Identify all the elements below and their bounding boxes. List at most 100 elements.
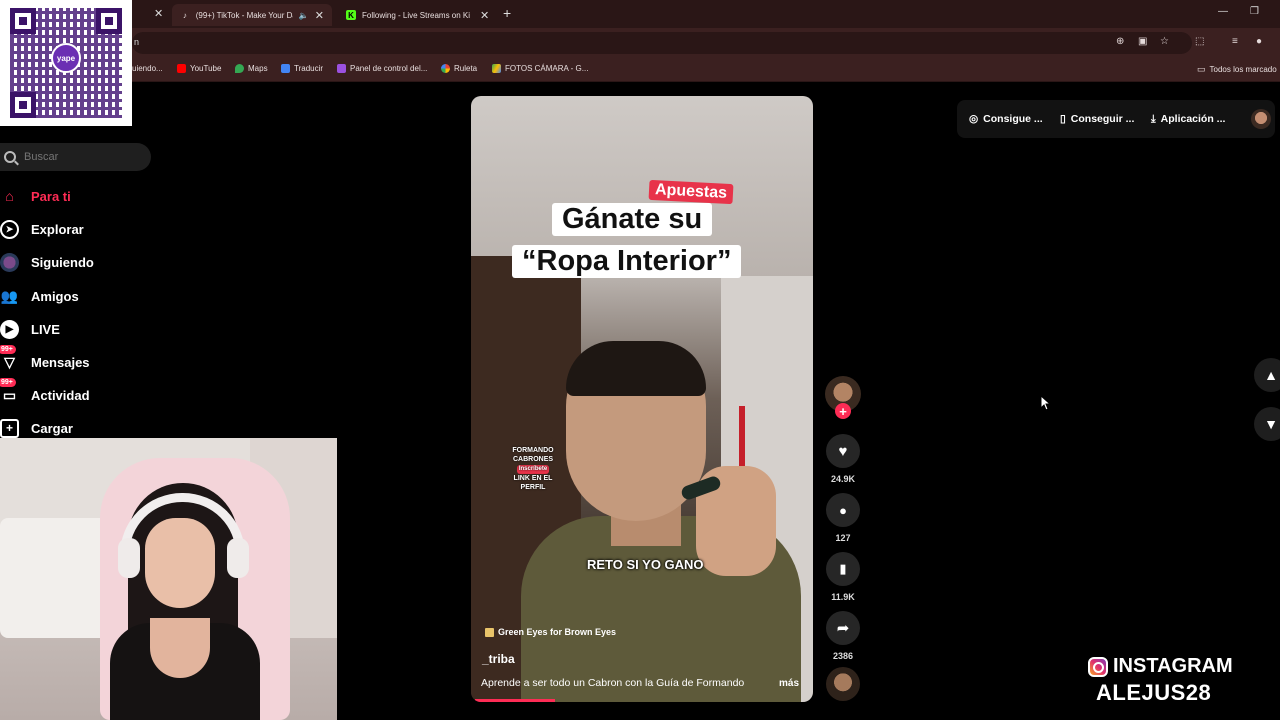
bookmark-label: Panel de control del... xyxy=(350,64,428,73)
instagram-icon xyxy=(1088,656,1108,677)
save-count: 11.9K xyxy=(831,592,855,602)
download-app-button[interactable]: ⤓ Aplicación ... xyxy=(1151,108,1225,130)
compass-icon: ➤ xyxy=(0,219,19,239)
comment-button[interactable]: ● xyxy=(826,493,860,527)
share-button[interactable]: ➦ xyxy=(826,611,860,645)
caption-line-1: Gánate su xyxy=(552,203,713,236)
address-field[interactable]: n xyxy=(132,32,1192,54)
music-note-icon xyxy=(485,627,494,637)
speaker-icon: 🔈 xyxy=(298,10,309,20)
music-title: Green Eyes for Brown Eyes xyxy=(498,627,617,637)
maps-icon xyxy=(235,64,244,73)
media-icon[interactable]: ≡ xyxy=(1232,36,1238,47)
chevron-down-icon: ▼ xyxy=(1264,416,1278,432)
following-avatar-icon xyxy=(0,252,19,272)
bookmarks-bar: uiendo... YouTube Maps Traducir Panel de… xyxy=(0,58,1280,82)
nav-label: Mensajes xyxy=(31,354,90,370)
video-person-hair xyxy=(566,341,706,396)
get-coins-button[interactable]: ◎ Consigue ... xyxy=(969,108,1043,130)
instagram-label: INSTAGRAM xyxy=(1113,655,1233,677)
close-tab-icon[interactable]: ✕ xyxy=(315,9,324,22)
promo-line: LINK EN EL PERFIL xyxy=(513,475,553,491)
screen: ✕ ♪ (99+) TikTok - Make Your Da 🔈 ✕ K Fo… xyxy=(0,0,1280,720)
get-app-button[interactable]: ▯ Conseguir ... xyxy=(1060,108,1134,130)
nav-live[interactable]: ▶ LIVE xyxy=(0,317,60,341)
video-player[interactable]: Gánate su “Ropa Interior” Apuestas FORMA… xyxy=(471,96,813,702)
search-bar[interactable] xyxy=(0,143,151,171)
like-button[interactable]: ♥ xyxy=(826,434,860,468)
get-coins-label: Consigue ... xyxy=(983,113,1043,125)
nav-amigos[interactable]: 👥 Amigos xyxy=(0,284,79,308)
headphone-ear xyxy=(118,538,140,578)
webcam-bed xyxy=(0,518,110,638)
bookmark-traducir[interactable]: Traducir xyxy=(281,64,323,73)
video-author[interactable]: _triba xyxy=(482,652,515,666)
messages-icon: ▽ 99+ xyxy=(0,344,19,372)
friends-icon: 👥 xyxy=(0,287,19,304)
get-app-label: Conseguir ... xyxy=(1070,113,1135,125)
yape-qr-code: yape xyxy=(0,0,132,126)
yape-logo: yape xyxy=(51,43,81,73)
qr-finder xyxy=(96,8,122,34)
promo-line: FORMANDO xyxy=(512,447,554,454)
comment-count: 127 xyxy=(835,533,851,543)
bookmark-ruleta[interactable]: Ruleta xyxy=(441,64,477,73)
bookmark-label: Traducir xyxy=(294,64,324,73)
nav-mensajes[interactable]: ▽ 99+ Mensajes xyxy=(0,344,90,374)
drive-icon xyxy=(492,64,501,73)
music-info[interactable]: Green Eyes for Brown Eyes xyxy=(485,627,616,637)
follow-button[interactable]: + xyxy=(835,403,851,419)
tab-title: Following - Live Streams on Ki xyxy=(362,10,471,20)
next-video-button[interactable]: ▼ xyxy=(1254,407,1280,441)
close-tab-icon[interactable]: ✕ xyxy=(154,7,163,20)
bookmark-label: YouTube xyxy=(190,64,222,73)
bookmark-youtube[interactable]: YouTube xyxy=(177,64,221,73)
close-tab-icon[interactable]: ✕ xyxy=(480,9,489,22)
nav-actividad[interactable]: ▭ 99+ Actividad xyxy=(0,377,90,407)
coin-icon: ◎ xyxy=(969,113,979,125)
promo-pill: Inscríbete xyxy=(516,465,550,474)
nav-siguiendo[interactable]: Siguiendo xyxy=(0,250,94,274)
extensions-icon[interactable]: ⬚ xyxy=(1195,36,1204,47)
share-icon: ➦ xyxy=(836,620,850,637)
bookmark-label: Ruleta xyxy=(454,64,478,73)
nav-cargar[interactable]: + Cargar xyxy=(0,416,73,440)
restore-button[interactable]: ❐ xyxy=(1250,6,1259,17)
more-button[interactable]: más xyxy=(779,678,799,689)
previous-video-button[interactable]: ▲ xyxy=(1254,358,1280,392)
star-icon[interactable]: ☆ xyxy=(1160,36,1169,47)
browser-tab-bar: ✕ ♪ (99+) TikTok - Make Your Da 🔈 ✕ K Fo… xyxy=(0,0,1280,28)
profile-icon[interactable]: ● xyxy=(1256,36,1262,47)
nav-label: Amigos xyxy=(31,288,79,304)
cast-icon[interactable]: ▣ xyxy=(1138,36,1147,47)
all-bookmarks[interactable]: ▭ Todos los marcado xyxy=(1197,64,1277,75)
video-progress-bar[interactable] xyxy=(475,699,556,702)
save-button[interactable]: ▮ xyxy=(826,552,860,586)
bookmark-maps[interactable]: Maps xyxy=(235,64,268,73)
new-tab-button[interactable]: + xyxy=(503,5,511,21)
ruleta-icon xyxy=(441,64,450,73)
share-count: 2386 xyxy=(832,651,854,661)
bookmark-panel[interactable]: Panel de control del... xyxy=(337,64,427,73)
tab-tiktok[interactable]: ♪ (99+) TikTok - Make Your Da 🔈 ✕ xyxy=(172,4,332,26)
bookmark-fotos[interactable]: FOTOS CÁMARA - G... xyxy=(492,64,588,73)
tab-kick[interactable]: K Following - Live Streams on Ki ✕ xyxy=(338,4,498,26)
minimize-button[interactable]: — xyxy=(1218,6,1228,17)
search-input[interactable] xyxy=(24,151,134,163)
nav-para-ti[interactable]: ⌂ Para ti xyxy=(0,184,71,208)
nav-label: Para ti xyxy=(31,188,71,204)
phone-icon: ▯ xyxy=(1060,113,1066,125)
user-avatar[interactable] xyxy=(1251,109,1271,129)
nav-explorar[interactable]: ➤ Explorar xyxy=(0,217,84,241)
panel-icon xyxy=(337,64,346,73)
zoom-icon[interactable]: ⊕ xyxy=(1116,36,1124,47)
promo-line: CABRONES xyxy=(512,456,554,463)
music-disc-avatar[interactable] xyxy=(826,667,860,701)
bookmark-item[interactable]: uiendo... xyxy=(132,64,163,73)
headphone-ear xyxy=(227,538,249,578)
bookmark-label: Todos los marcado xyxy=(1209,65,1277,74)
qr-finder xyxy=(10,8,36,34)
download-icon: ⤓ xyxy=(1151,112,1156,125)
instagram-overlay: INSTAGRAM ALEJUS28 xyxy=(1088,655,1278,706)
nav-label: Cargar xyxy=(31,420,73,436)
